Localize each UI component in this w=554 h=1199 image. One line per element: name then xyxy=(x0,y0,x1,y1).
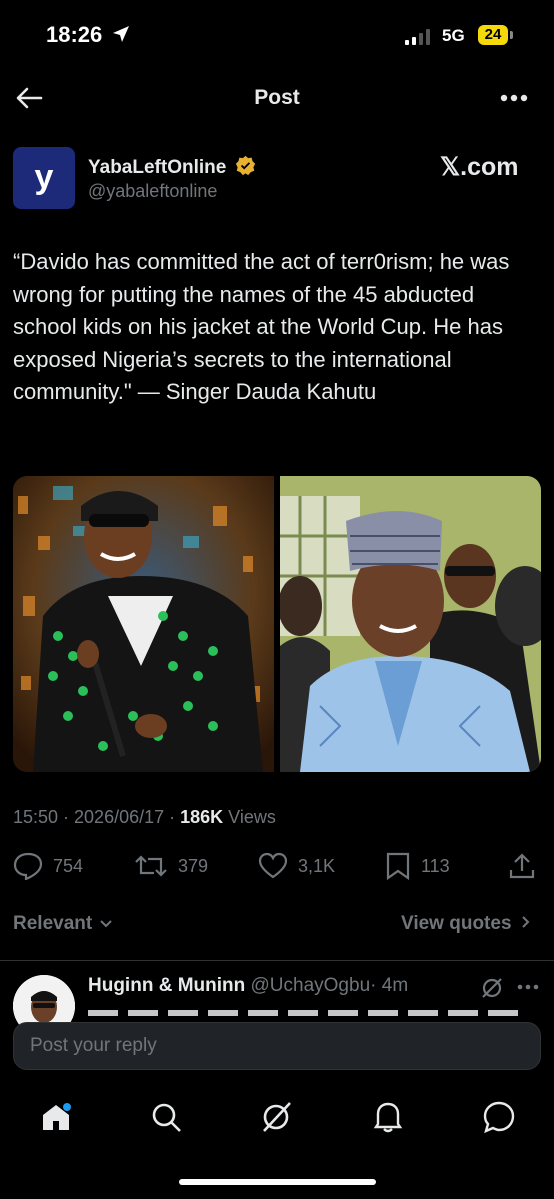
view-quotes-label: View quotes xyxy=(401,913,512,934)
chevron-down-icon xyxy=(100,920,113,928)
chevron-right-icon xyxy=(522,916,530,928)
tweet-photo-man[interactable] xyxy=(280,476,541,772)
author-avatar[interactable]: y xyxy=(13,147,75,209)
more-icon[interactable] xyxy=(500,94,528,102)
views-count: 186K xyxy=(180,807,224,827)
share-action[interactable] xyxy=(508,851,536,881)
grok-tab-icon[interactable] xyxy=(260,1100,294,1134)
view-quotes-link[interactable]: View quotes xyxy=(401,913,531,935)
reply-more-icon[interactable] xyxy=(517,984,539,990)
notifications-icon[interactable] xyxy=(372,1100,404,1134)
heart-icon xyxy=(258,852,288,879)
author-handle[interactable]: @yabaleftonline xyxy=(88,181,217,202)
author-name[interactable]: YabaLeftOnline xyxy=(88,155,256,179)
battery-cap xyxy=(510,31,513,39)
sort-dropdown[interactable]: Relevant xyxy=(13,913,113,935)
verified-badge-icon xyxy=(235,155,255,176)
like-action[interactable]: 3,1K xyxy=(258,851,335,881)
repost-action[interactable]: 379 xyxy=(134,851,208,881)
reply-author-name[interactable]: Huginn & Muninn xyxy=(88,975,245,996)
reply-action[interactable]: 754 xyxy=(13,851,83,881)
reply-icon xyxy=(13,852,43,880)
messages-icon[interactable] xyxy=(482,1100,516,1134)
like-count: 3,1K xyxy=(298,855,336,876)
bookmark-action[interactable]: 113 xyxy=(385,851,450,881)
tweet-timestamp: 15:50 · 2026/06/17 · xyxy=(13,807,181,827)
repost-icon xyxy=(135,855,167,877)
repost-count: 379 xyxy=(178,855,209,876)
divider xyxy=(0,960,554,961)
grok-icon[interactable] xyxy=(480,976,504,1000)
share-icon xyxy=(509,853,535,879)
reply-input[interactable]: Post your reply xyxy=(13,1022,541,1070)
reply-age: · 4m xyxy=(370,975,409,996)
signal-icon xyxy=(405,29,435,45)
author-name-text[interactable]: YabaLeftOnline xyxy=(88,157,226,178)
bookmark-icon xyxy=(386,852,410,880)
views-label: Views xyxy=(223,807,276,827)
reply-author-handle[interactable]: @UchayOgbu xyxy=(251,975,371,996)
tweet-text: “Davido has committed the act of terr0ri… xyxy=(13,249,510,404)
reply-count: 754 xyxy=(53,855,84,876)
tweet-photo-singer[interactable] xyxy=(13,476,274,772)
reply-text-peek xyxy=(88,1010,528,1020)
battery-indicator: 24 xyxy=(478,25,508,45)
reply-author[interactable]: Huginn & Muninn @UchayOgbu· 4m xyxy=(88,975,408,997)
location-arrow-icon xyxy=(113,26,130,42)
home-icon[interactable] xyxy=(40,1102,72,1132)
home-indicator xyxy=(179,1179,376,1185)
source-label: 𝕏.com xyxy=(440,153,519,181)
sort-label: Relevant xyxy=(13,913,93,934)
search-icon[interactable] xyxy=(151,1102,183,1134)
status-time: 18:26 xyxy=(46,22,130,48)
tweet-meta: 15:50 · 2026/06/17 · 186K Views xyxy=(13,807,276,828)
time-text: 18:26 xyxy=(46,22,103,47)
bookmark-count: 113 xyxy=(421,855,450,876)
network-type: 5G xyxy=(442,26,465,45)
page-title: Post xyxy=(254,86,300,109)
